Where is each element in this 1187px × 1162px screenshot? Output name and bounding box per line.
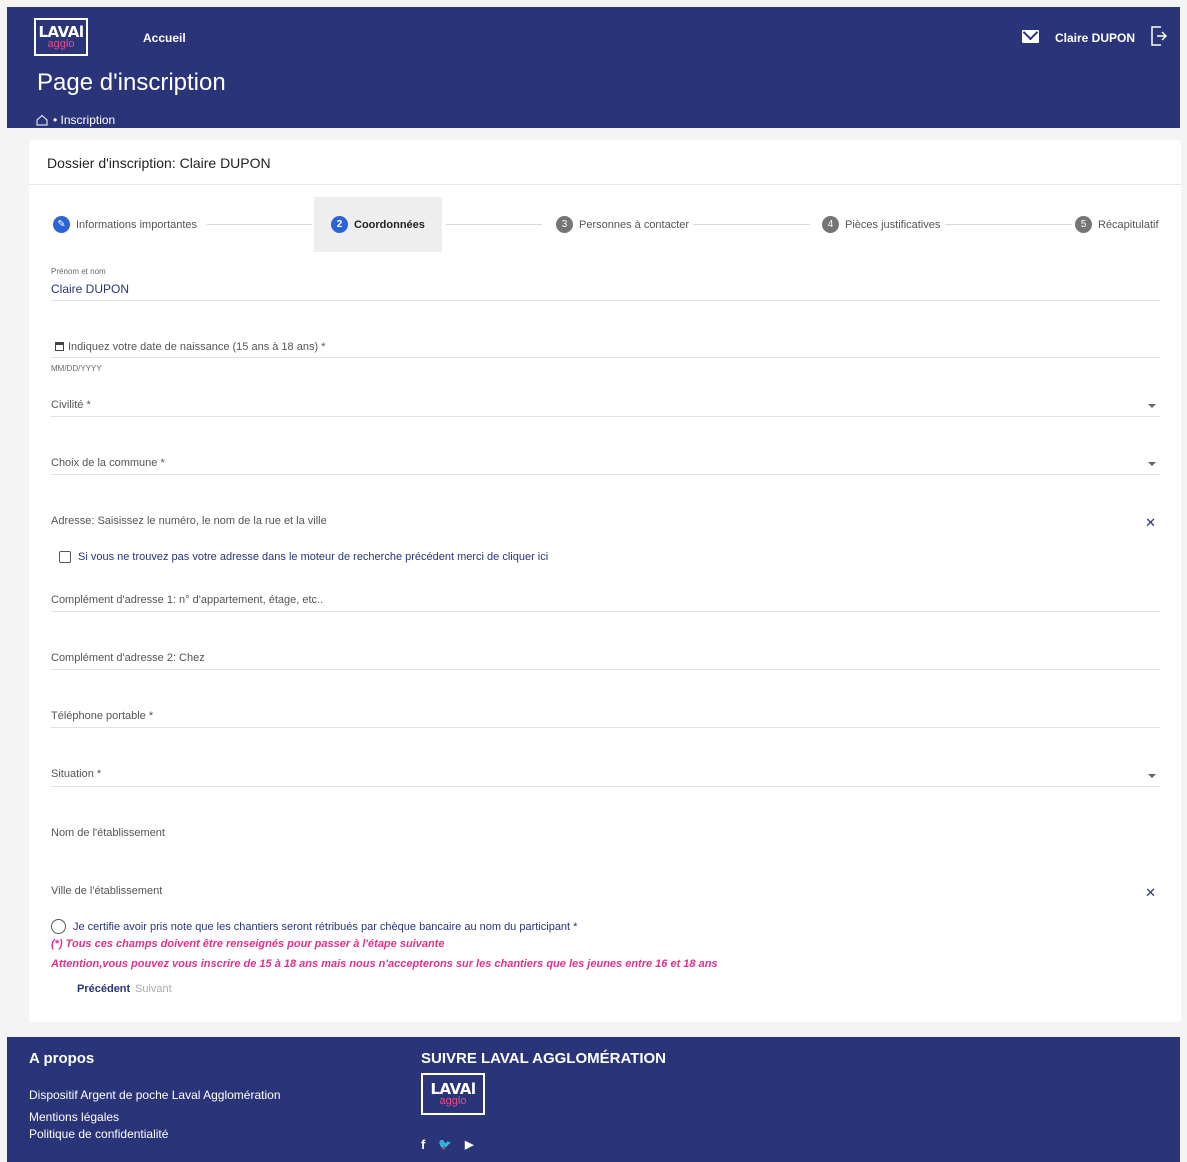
school-city-label: Ville de l'établissement xyxy=(51,885,163,897)
birthdate-hint: MM/DD/YYYY xyxy=(51,364,102,373)
certify-radio[interactable]: Je certifie avoir pris note que les chan… xyxy=(51,919,577,934)
chevron-down-icon xyxy=(1148,404,1156,408)
school-city-input[interactable]: Ville de l'établissement ✕ xyxy=(51,879,1160,903)
step-label: Récapitulatif xyxy=(1098,218,1159,231)
logout-icon[interactable] xyxy=(1151,26,1167,46)
mobile-phone-input[interactable]: Téléphone portable * xyxy=(51,704,1160,728)
step-label: Personnes à contacter xyxy=(579,218,690,231)
step-label: Informations importantes xyxy=(76,218,198,231)
close-icon[interactable]: ✕ xyxy=(1145,515,1156,531)
civility-select[interactable]: Civilité * xyxy=(51,393,1160,417)
footer: A propos Dispositif Argent de poche Lava… xyxy=(7,1037,1180,1162)
about-title: A propos xyxy=(29,1050,95,1067)
name-value: Claire DUPON xyxy=(51,282,130,296)
radio-button[interactable] xyxy=(51,919,66,934)
footer-link-mentions[interactable]: Mentions légales xyxy=(29,1110,119,1124)
required-note: (*) Tous ces champs doivent être renseig… xyxy=(51,938,445,950)
step-number: 2 xyxy=(331,216,348,233)
address-complement-2-input[interactable]: Complément d'adresse 2: Chez xyxy=(51,646,1160,670)
address-complement-1-input[interactable]: Complément d'adresse 1: n° d'appartement… xyxy=(51,588,1160,612)
certify-label: Je certifie avoir pris note que les chan… xyxy=(73,920,578,933)
registration-card: Dossier d'inscription: Claire DUPON ✎ In… xyxy=(29,140,1181,1022)
name-field: Prénom et nom Claire DUPON xyxy=(51,267,1160,301)
breadcrumb: • Inscription xyxy=(36,113,115,127)
step-label: Pièces justificatives xyxy=(845,218,941,231)
step-connector xyxy=(446,224,542,225)
step-recapitulatif[interactable]: 5 Récapitulatif xyxy=(1075,197,1159,252)
complement1-label: Complément d'adresse 1: n° d'appartement… xyxy=(51,594,324,606)
logo-text-bottom: agglo xyxy=(47,37,75,50)
checkbox-label: Si vous ne trouvez pas votre adresse dan… xyxy=(78,551,549,563)
chevron-down-icon xyxy=(1148,462,1156,466)
facebook-icon[interactable]: f xyxy=(421,1137,425,1152)
step-number: 5 xyxy=(1075,216,1092,233)
situation-select[interactable]: Situation * xyxy=(51,762,1160,787)
twitter-icon[interactable]: 🐦 xyxy=(438,1138,452,1151)
user-name[interactable]: Claire DUPON xyxy=(1055,31,1135,45)
step-number: 3 xyxy=(556,216,573,233)
logo-text-bottom: agglo xyxy=(439,1094,467,1107)
mail-icon[interactable] xyxy=(1022,30,1039,43)
breadcrumb-current: • Inscription xyxy=(53,113,116,127)
checkbox[interactable] xyxy=(59,551,71,563)
top-header: LAVAl agglo Accueil Claire DUPON Page d'… xyxy=(7,7,1180,128)
footer-link-dispositif[interactable]: Dispositif Argent de poche Laval Agglomé… xyxy=(29,1088,281,1102)
complement2-label: Complément d'adresse 2: Chez xyxy=(51,652,205,664)
close-icon[interactable]: ✕ xyxy=(1145,885,1156,901)
step-personnes[interactable]: 3 Personnes à contacter xyxy=(556,197,689,252)
laval-agglo-footer-logo[interactable]: LAVAl agglo xyxy=(421,1073,485,1115)
laval-agglo-logo[interactable]: LAVAl agglo xyxy=(34,18,88,56)
school-name-label: Nom de l'établissement xyxy=(51,827,165,839)
youtube-icon[interactable]: ▶ xyxy=(465,1138,473,1151)
step-connector xyxy=(693,224,810,225)
school-name-input[interactable]: Nom de l'établissement xyxy=(51,821,1160,845)
step-informations[interactable]: ✎ Informations importantes xyxy=(53,197,197,252)
birthdate-input[interactable]: Indiquez votre date de naissance (15 ans… xyxy=(51,336,1160,358)
name-label: Prénom et nom xyxy=(51,267,106,276)
civility-label: Civilité * xyxy=(51,399,91,411)
card-divider xyxy=(29,184,1181,185)
address-input[interactable]: Adresse: Saisissez le numéro, le nom de … xyxy=(51,509,1160,533)
chevron-down-icon xyxy=(1148,774,1156,778)
commune-label: Choix de la commune * xyxy=(51,457,165,469)
situation-label: Situation * xyxy=(51,768,102,780)
commune-select[interactable]: Choix de la commune * xyxy=(51,451,1160,475)
age-warning-note: Attention,vous pouvez vous inscrire de 1… xyxy=(51,958,718,970)
birthdate-label: Indiquez votre date de naissance (15 ans… xyxy=(55,341,325,353)
follow-title: SUIVRE LAVAL AGGLOMÉRATION xyxy=(421,1050,667,1067)
home-icon[interactable] xyxy=(36,114,48,126)
previous-button[interactable]: Précédent xyxy=(77,983,130,995)
pencil-icon: ✎ xyxy=(53,216,70,233)
footer-link-privacy[interactable]: Politique de confidentialité xyxy=(29,1127,168,1141)
phone-label: Téléphone portable * xyxy=(51,710,154,722)
next-button[interactable]: Suivant xyxy=(135,983,172,995)
social-links: f 🐦 ▶ xyxy=(421,1137,474,1152)
stepper: ✎ Informations importantes 2 Coordonnées… xyxy=(29,197,1181,252)
step-number: 4 xyxy=(822,216,839,233)
address-label: Adresse: Saisissez le numéro, le nom de … xyxy=(51,515,327,527)
step-connector xyxy=(945,224,1072,225)
page-title: Page d'inscription xyxy=(37,69,226,96)
calendar-icon xyxy=(55,342,64,351)
step-label: Coordonnées xyxy=(354,218,425,231)
address-not-found-checkbox[interactable]: Si vous ne trouvez pas votre adresse dan… xyxy=(59,551,548,563)
step-connector xyxy=(207,224,312,225)
card-title: Dossier d'inscription: Claire DUPON xyxy=(47,155,271,171)
nav-home-link[interactable]: Accueil xyxy=(143,31,186,45)
step-pieces[interactable]: 4 Pièces justificatives xyxy=(822,197,940,252)
step-coordonnees[interactable]: 2 Coordonnées xyxy=(314,197,442,252)
